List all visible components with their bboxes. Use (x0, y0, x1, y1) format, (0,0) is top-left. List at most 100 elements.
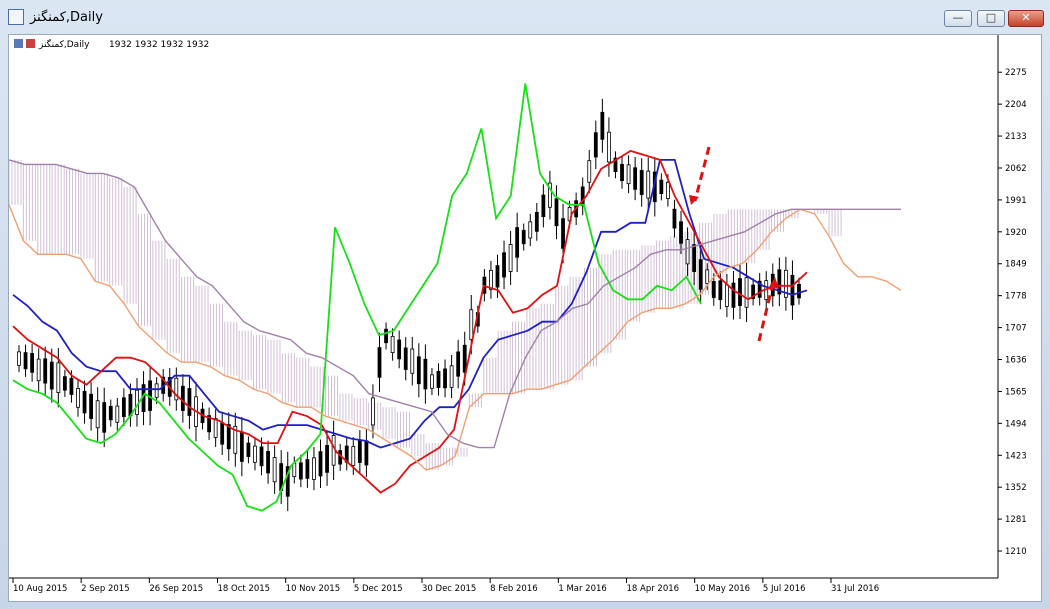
ichimoku-cloud (8, 159, 842, 471)
maximize-button[interactable]: □ (977, 10, 1005, 27)
candle-body (666, 181, 670, 199)
candle-body (357, 440, 362, 463)
series-line-green (12, 83, 702, 512)
candle-body (600, 111, 605, 140)
candle-body (390, 335, 395, 353)
chart-window-icon (8, 9, 24, 25)
candle-body (469, 309, 474, 340)
candle-body (351, 446, 356, 466)
candle-body (82, 390, 87, 414)
x-tick-label: 10 Aug 2015 (13, 584, 67, 594)
y-tick-label: 1636 (1005, 356, 1027, 366)
x-tick-label: 18 Oct 2015 (218, 584, 271, 594)
candle-body (738, 278, 742, 306)
candle-body (364, 440, 369, 466)
candle-body (259, 446, 264, 467)
candle-body (711, 281, 716, 299)
candle-body (95, 400, 100, 429)
y-tick-label: 1423 (1005, 451, 1027, 461)
candle-body (69, 377, 74, 395)
y-tick-label: 2133 (1005, 132, 1027, 142)
candle-body (672, 208, 677, 229)
candle-body (220, 422, 225, 445)
y-tick-label: 1210 (1005, 547, 1027, 557)
chart-ohlc: 1932 1932 1932 1932 (109, 40, 209, 50)
y-tick-label: 1991 (1005, 196, 1027, 206)
candle-body (639, 169, 644, 196)
candle-body (502, 252, 506, 278)
x-tick-label: 30 Dec 2015 (422, 584, 476, 594)
ichimoku-chart[interactable]: 2275 2204 2133 2062 1991 1920 1849 1778 1707 1636… (8, 35, 1041, 601)
chart-header-icon (14, 39, 23, 48)
series-line-red (12, 149, 808, 494)
y-tick-label: 2062 (1005, 164, 1027, 174)
candle-body (325, 444, 329, 473)
candle-body (30, 353, 35, 373)
candle-body (49, 361, 54, 390)
y-tick-label: 1281 (1005, 515, 1027, 525)
candle-body (266, 450, 270, 474)
candle-body (403, 347, 408, 370)
window-title: کمنگنز,Daily (30, 10, 103, 25)
candle-body (692, 244, 697, 273)
chart-header: کمنگنز,Daily 1932 1932 1932 1932 (14, 38, 209, 50)
candle-body (102, 402, 107, 433)
x-tick-label: 5 Jul 2016 (763, 584, 806, 594)
x-tick-label: 31 Jul 2016 (831, 584, 879, 594)
candle-body (312, 457, 316, 480)
candle-body (449, 365, 454, 388)
candle-body (318, 451, 323, 477)
candle-body (56, 362, 61, 393)
candle-body (607, 131, 611, 163)
chart-symbol: کمنگنز,Daily (38, 38, 90, 50)
candle-body (154, 383, 159, 398)
candle-body (115, 405, 120, 423)
candle-body (89, 393, 94, 419)
candle-body (554, 198, 559, 227)
candle-body (253, 445, 257, 463)
candle-body (121, 397, 126, 418)
candle-body (213, 418, 218, 438)
y-tick-label: 1920 (1005, 228, 1027, 238)
candle-body (239, 431, 244, 462)
candle-body (705, 269, 710, 284)
candle-body (43, 358, 48, 384)
title-bar[interactable]: کمنگنز,Daily — □ ✕ (0, 0, 1050, 34)
candle-body (305, 459, 310, 479)
y-tick-label: 1352 (1005, 483, 1027, 493)
x-tick-label: 5 Dec 2015 (354, 584, 403, 594)
minimize-button[interactable]: — (944, 10, 972, 27)
close-button[interactable]: ✕ (1008, 10, 1044, 27)
chart-header-icon-2 (26, 39, 35, 48)
candle-body (744, 277, 749, 308)
candle-body (790, 274, 795, 306)
candle-body (534, 212, 539, 232)
candle-body (659, 179, 664, 195)
x-tick-label: 10 Nov 2015 (286, 584, 340, 594)
y-tick-label: 2204 (1005, 100, 1027, 110)
chart-area[interactable]: 2275 2204 2133 2062 1991 1920 1849 1778 1707 1636… (8, 34, 1042, 602)
candle-body (384, 328, 388, 344)
candle-body (731, 282, 736, 308)
candle-body (436, 370, 441, 388)
x-tick-label: 26 Sep 2015 (149, 584, 203, 594)
x-tick-label: 10 May 2016 (695, 584, 750, 594)
candle-body (541, 194, 546, 218)
candle-body (443, 368, 447, 389)
y-tick-label: 2275 (1005, 68, 1027, 78)
candle-body (272, 457, 277, 483)
annotation-arrowhead-down (689, 195, 699, 205)
candle-body (528, 221, 533, 239)
candle-body (298, 462, 303, 480)
candle-body (423, 358, 428, 390)
candle-body (76, 388, 80, 408)
candle-body (626, 164, 631, 185)
candle-body (515, 227, 520, 258)
y-tick-label: 1494 (1005, 419, 1027, 429)
series-line-orange (8, 204, 902, 471)
candle-body (397, 339, 402, 360)
chart-window: کمنگنز,Daily — □ ✕ 2275 2204 2133 2062 1991 1… (0, 0, 1050, 609)
candle-body (62, 376, 67, 391)
candle-body (561, 218, 565, 249)
candle-body (292, 462, 297, 478)
